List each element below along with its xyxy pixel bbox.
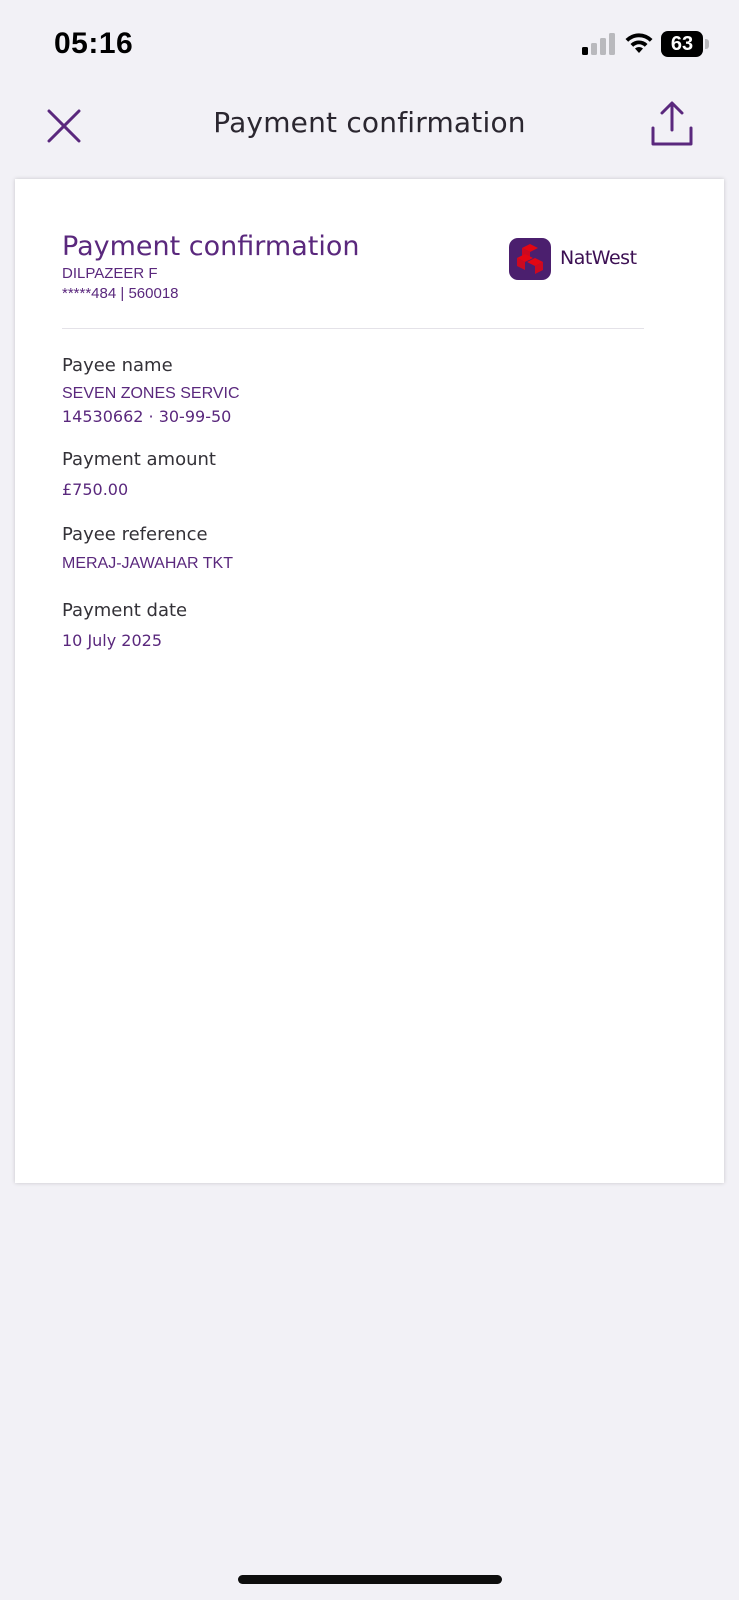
navigation-header: Payment confirmation [0, 90, 739, 180]
payee-name-label: Payee name [62, 355, 173, 376]
payee-name-value: SEVEN ZONES SERVIC [62, 385, 240, 402]
payment-date-label: Payment date [62, 600, 188, 621]
payee-reference-value: MERAJ-JAWAHAR TKT [62, 555, 233, 572]
natwest-logo: NatWest [509, 238, 655, 282]
payee-account-details: 14530662 · 30-99-50 [62, 407, 232, 426]
wifi-icon [625, 33, 653, 53]
share-icon[interactable] [648, 100, 696, 148]
status-bar: 05:16 63 [0, 0, 739, 90]
battery-level: 63 [661, 31, 703, 57]
page-title: Payment confirmation [213, 106, 526, 139]
payment-amount-value: £750.00 [62, 480, 129, 499]
status-time: 05:16 [54, 27, 134, 60]
payee-reference-label: Payee reference [62, 524, 208, 545]
cellular-signal-icon [582, 33, 615, 55]
home-indicator[interactable] [238, 1575, 502, 1584]
document-title: Payment confirmation [62, 231, 360, 262]
brand-name: NatWest [560, 247, 637, 269]
natwest-cubes-icon [509, 238, 551, 280]
payment-date-value: 10 July 2025 [62, 631, 163, 650]
account-number: *****484 | 560018 [62, 285, 179, 302]
divider [62, 328, 644, 329]
battery-cap [705, 39, 709, 49]
account-holder-name: DILPAZEER F [62, 265, 158, 282]
battery-icon: 63 [661, 31, 709, 57]
payment-confirmation-document: Payment confirmation DILPAZEER F *****48… [15, 179, 724, 1183]
payment-amount-label: Payment amount [62, 449, 216, 470]
